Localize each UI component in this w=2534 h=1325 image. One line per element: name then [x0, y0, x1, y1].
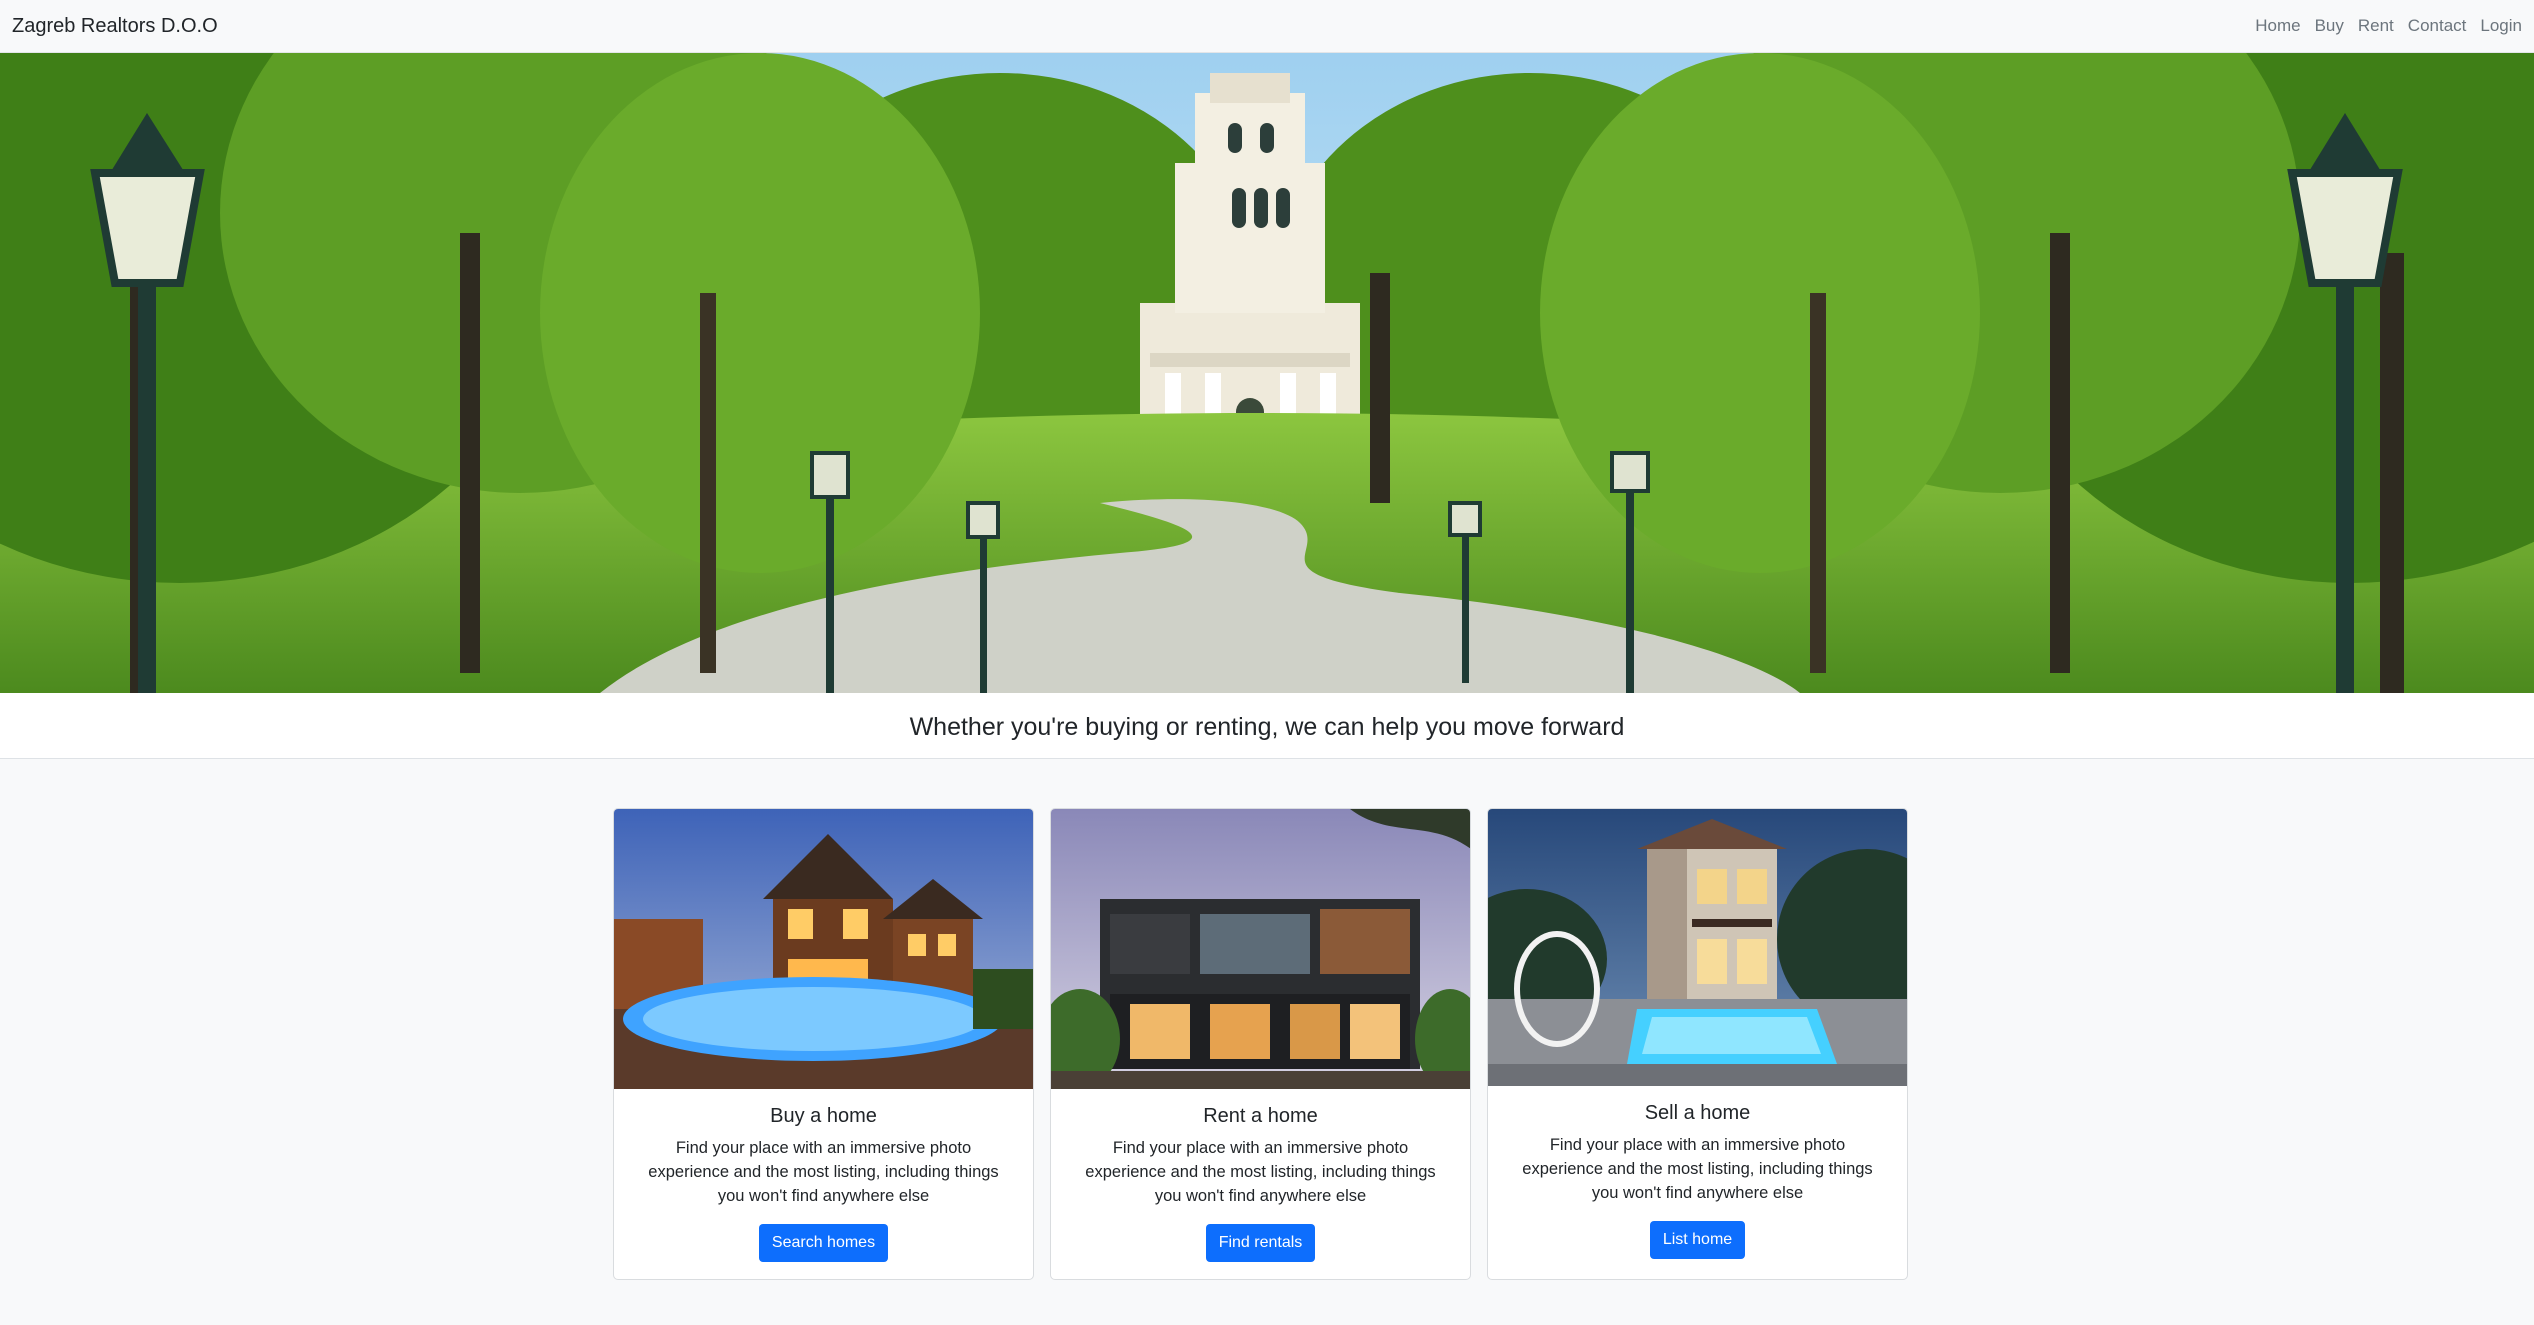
nav-link-buy[interactable]: Buy [2308, 16, 2351, 36]
nav-link-login[interactable]: Login [2473, 16, 2522, 36]
navbar: Zagreb Realtors D.O.O Home Buy Rent Cont… [0, 0, 2534, 53]
nav-item: Home [2248, 16, 2307, 36]
card-body: Rent a home Find your place with an imme… [1051, 1089, 1470, 1262]
brand-link[interactable]: Zagreb Realtors D.O.O [12, 15, 218, 38]
card-title: Buy a home [770, 1105, 877, 1127]
card-rent: Rent a home Find your place with an imme… [1050, 808, 1471, 1280]
card-sell: Sell a home Find your place with an imme… [1487, 808, 1908, 1280]
list-home-button[interactable]: List home [1649, 1221, 1746, 1259]
nav-link-rent[interactable]: Rent [2351, 16, 2401, 36]
nav-link-home[interactable]: Home [2248, 16, 2307, 36]
nav-item: Rent [2351, 16, 2401, 36]
card-sell-image [1488, 809, 1907, 1086]
card-buy-image [614, 809, 1033, 1089]
card-title: Sell a home [1644, 1102, 1751, 1124]
service-cards: Buy a home Find your place with an immer… [613, 808, 1908, 1280]
card-body: Sell a home Find your place with an imme… [1488, 1086, 1907, 1259]
hero-image [0, 53, 2534, 693]
card-text: Find your place with an immersive photo … [648, 1139, 999, 1205]
nav-item: Login [2473, 16, 2522, 36]
find-rentals-button[interactable]: Find rentals [1205, 1224, 1316, 1262]
card-rent-image [1051, 809, 1470, 1089]
nav-link-contact[interactable]: Contact [2401, 16, 2474, 36]
search-homes-button[interactable]: Search homes [758, 1224, 889, 1262]
tagline-heading: Whether you're buying or renting, we can… [909, 713, 1625, 741]
card-title: Rent a home [1203, 1105, 1318, 1127]
nav-links: Home Buy Rent Contact Login [2248, 16, 2522, 36]
card-body: Buy a home Find your place with an immer… [614, 1089, 1033, 1262]
nav-item: Contact [2401, 16, 2474, 36]
card-text: Find your place with an immersive photo … [1085, 1139, 1436, 1205]
card-buy: Buy a home Find your place with an immer… [613, 808, 1034, 1280]
tagline-section: Whether you're buying or renting, we can… [0, 693, 2534, 759]
nav-item: Buy [2308, 16, 2351, 36]
hero-park-illustration [0, 53, 2534, 693]
card-text: Find your place with an immersive photo … [1522, 1136, 1873, 1202]
